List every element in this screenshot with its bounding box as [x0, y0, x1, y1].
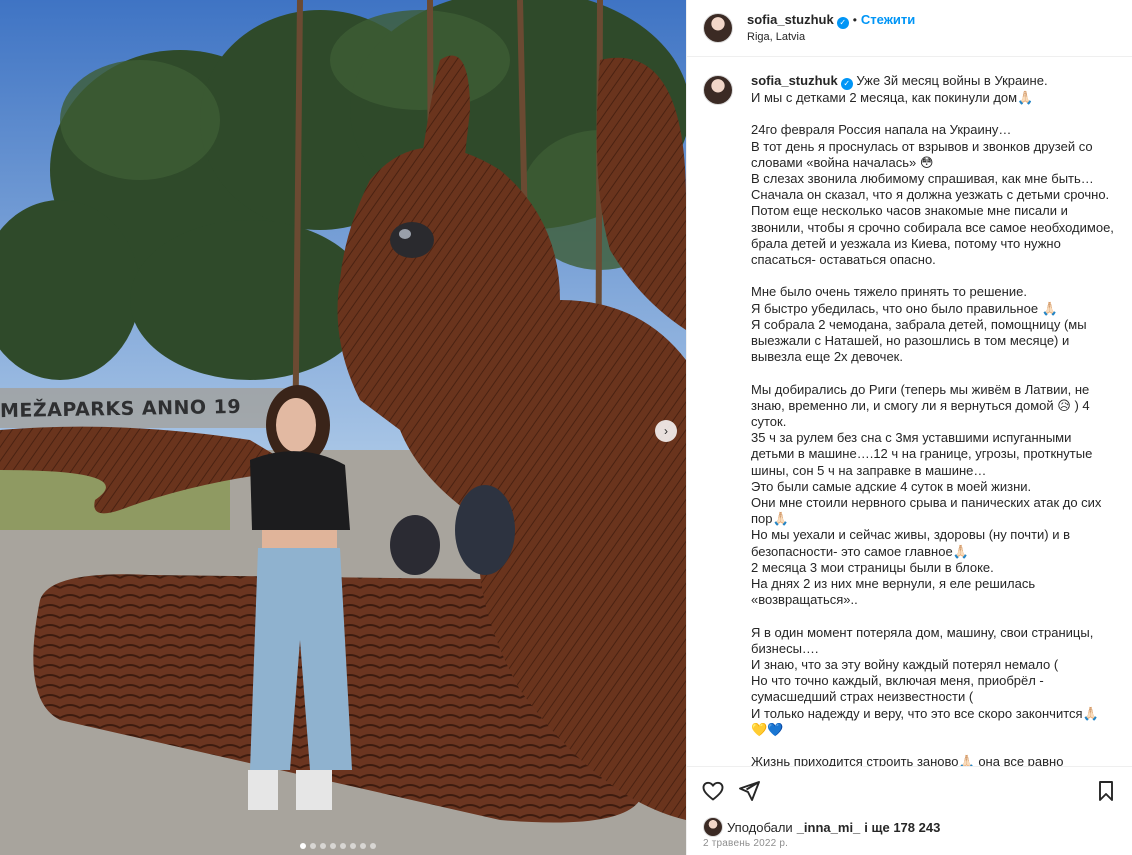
- carousel-dot: [330, 843, 336, 849]
- carousel-dot: [340, 843, 346, 849]
- caption-username[interactable]: sofia_stuzhuk: [751, 73, 838, 88]
- liker-avatar[interactable]: [703, 817, 723, 837]
- like-button[interactable]: [701, 779, 725, 803]
- caption-text: sofia_stuzhuk ✓ Уже 3й месяц войны в Укра…: [751, 73, 1116, 767]
- photo-illustration: [0, 0, 686, 855]
- photo-sign-text: MEŽAPARKS ANNO 19: [0, 395, 242, 423]
- likes-prefix: Уподобали: [727, 819, 793, 835]
- heart-icon: [702, 781, 724, 801]
- follow-button[interactable]: Стежити: [861, 12, 915, 27]
- carousel-dot: [370, 843, 376, 849]
- post-photo[interactable]: MEŽAPARKS ANNO 19 ›: [0, 0, 686, 855]
- send-icon: [739, 781, 760, 801]
- carousel-indicator: [300, 843, 376, 849]
- likes-summary: Уподобали _inna_mi_ і ще 178 243: [703, 817, 940, 837]
- liker-username[interactable]: _inna_mi_: [797, 820, 861, 835]
- post-actions: [687, 775, 1132, 807]
- caption-author-avatar[interactable]: [703, 75, 733, 105]
- verified-badge-icon: ✓: [836, 16, 849, 29]
- post-header: sofia_stuzhuk ✓ • Стежити Riga, Latvia: [687, 0, 1132, 57]
- carousel-dot: [360, 843, 366, 849]
- caption-paragraph: Я в один момент потеряла дом, машину, св…: [751, 624, 1099, 737]
- carousel-dot: [300, 843, 306, 849]
- carousel-dot: [350, 843, 356, 849]
- likes-count[interactable]: і ще 178 243: [864, 820, 940, 835]
- caption-paragraph: 24го февраля Россия напала на Украину… В…: [751, 122, 1114, 268]
- caption-paragraph: Мне было очень тяжело принять то решение…: [751, 284, 1087, 365]
- caption-paragraph: Мы добирались до Риги (теперь мы живём в…: [751, 381, 1102, 608]
- post-date[interactable]: 2 травень 2022 р.: [703, 838, 788, 849]
- caption-scroll-area[interactable]: sofia_stuzhuk ✓ Уже 3й месяц войны в Укра…: [687, 57, 1132, 767]
- share-button[interactable]: [737, 779, 761, 803]
- post-side-panel: sofia_stuzhuk ✓ • Стежити Riga, Latvia sofi…: [686, 0, 1132, 855]
- author-avatar[interactable]: [703, 13, 733, 43]
- separator-dot: •: [852, 12, 857, 27]
- author-username[interactable]: sofia_stuzhuk: [747, 12, 834, 27]
- save-button[interactable]: [1094, 779, 1118, 803]
- carousel-dot: [320, 843, 326, 849]
- post-location[interactable]: Riga, Latvia: [747, 29, 915, 45]
- actions-divider: [687, 766, 1132, 767]
- next-photo-button[interactable]: ›: [655, 420, 677, 442]
- carousel-dot: [310, 843, 316, 849]
- verified-badge-icon: ✓: [840, 78, 853, 90]
- bookmark-icon: [1099, 781, 1113, 801]
- chevron-right-icon: ›: [664, 424, 668, 438]
